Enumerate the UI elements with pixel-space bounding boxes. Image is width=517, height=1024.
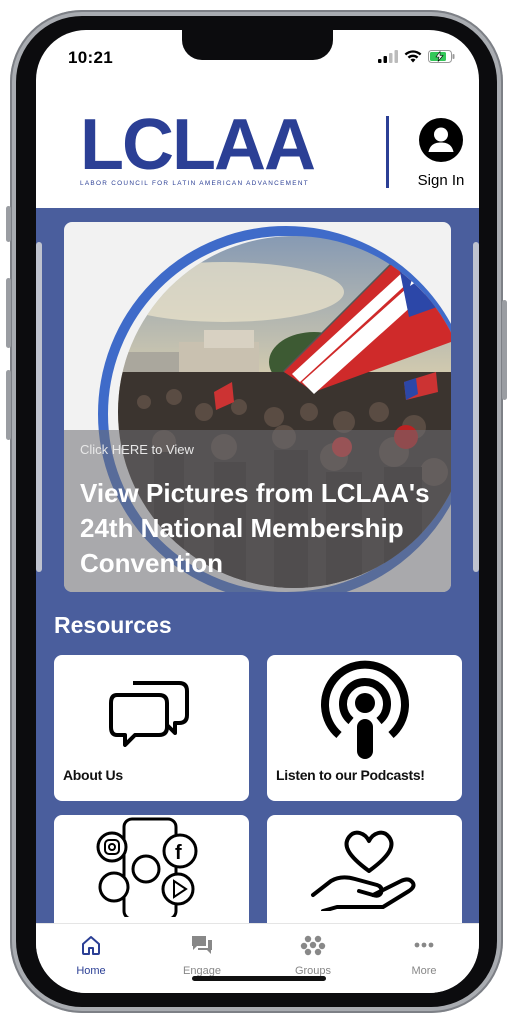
header-divider [386, 116, 389, 188]
cellular-signal-icon [378, 50, 398, 63]
volume-up-button [6, 278, 11, 348]
battery-charging-icon [428, 50, 455, 63]
heart-hand-icon [311, 830, 416, 911]
home-indicator[interactable] [192, 976, 326, 981]
resources-heading: Resources [54, 612, 172, 638]
status-time: 10:21 [68, 48, 113, 67]
notch [182, 30, 333, 60]
sign-in-button[interactable]: Sign In [408, 118, 474, 189]
tile-social-media[interactable]: f [54, 815, 249, 923]
tab-label-more: More [411, 965, 437, 977]
hero-title: View Pictures from LCLAA's 24th National… [80, 478, 430, 578]
app-header: LCLAA LABOR COUNCIL FOR LATIN AMERICAN A… [36, 100, 479, 208]
tab-more[interactable]: More [389, 934, 459, 977]
hero-card[interactable]: Click HERE to View View Pictures from LC… [64, 222, 451, 592]
logo-wordmark: LCLAA [80, 105, 316, 185]
chat-bubbles-icon [109, 681, 189, 747]
tab-engage[interactable]: Engage [167, 934, 237, 977]
wifi-icon [404, 50, 422, 63]
home-icon [82, 936, 100, 955]
sign-in-label: Sign In [417, 172, 465, 189]
tile-label-about-us: About Us [63, 767, 123, 783]
power-button [502, 300, 507, 400]
social-media-icon: f [96, 817, 198, 917]
tab-home[interactable]: Home [56, 934, 126, 977]
user-avatar-icon [419, 118, 463, 162]
tab-groups[interactable]: Groups [278, 934, 348, 977]
tile-donate[interactable] [267, 815, 462, 923]
podcast-icon [321, 660, 409, 759]
volume-down-button [6, 370, 11, 440]
chat-icon [192, 936, 212, 954]
svg-text:f: f [175, 842, 182, 864]
tile-label-podcasts: Listen to our Podcasts! [276, 767, 425, 783]
hero-click-text: Click HERE to View [80, 442, 194, 457]
groups-icon [300, 935, 326, 956]
tile-about-us[interactable]: About Us [54, 655, 249, 801]
app-screen: 10:21 LCLAA LABOR COUNCIL FOR LATIN AMER… [36, 30, 479, 993]
carousel-next-card[interactable] [473, 242, 479, 572]
tab-label-home: Home [76, 965, 106, 977]
tile-podcasts[interactable]: Listen to our Podcasts! [267, 655, 462, 801]
carousel-prev-card[interactable] [36, 242, 42, 572]
tab-bar: Home Engage Groups More [36, 923, 479, 993]
lclaa-logo[interactable]: LCLAA LABOR COUNCIL FOR LATIN AMERICAN A… [80, 105, 330, 187]
logo-subtitle: LABOR COUNCIL FOR LATIN AMERICAN ADVANCE… [80, 180, 309, 187]
more-icon [414, 942, 434, 948]
content-area: Click HERE to View View Pictures from LC… [36, 208, 479, 923]
status-icons [378, 50, 455, 63]
mute-switch [6, 206, 11, 242]
